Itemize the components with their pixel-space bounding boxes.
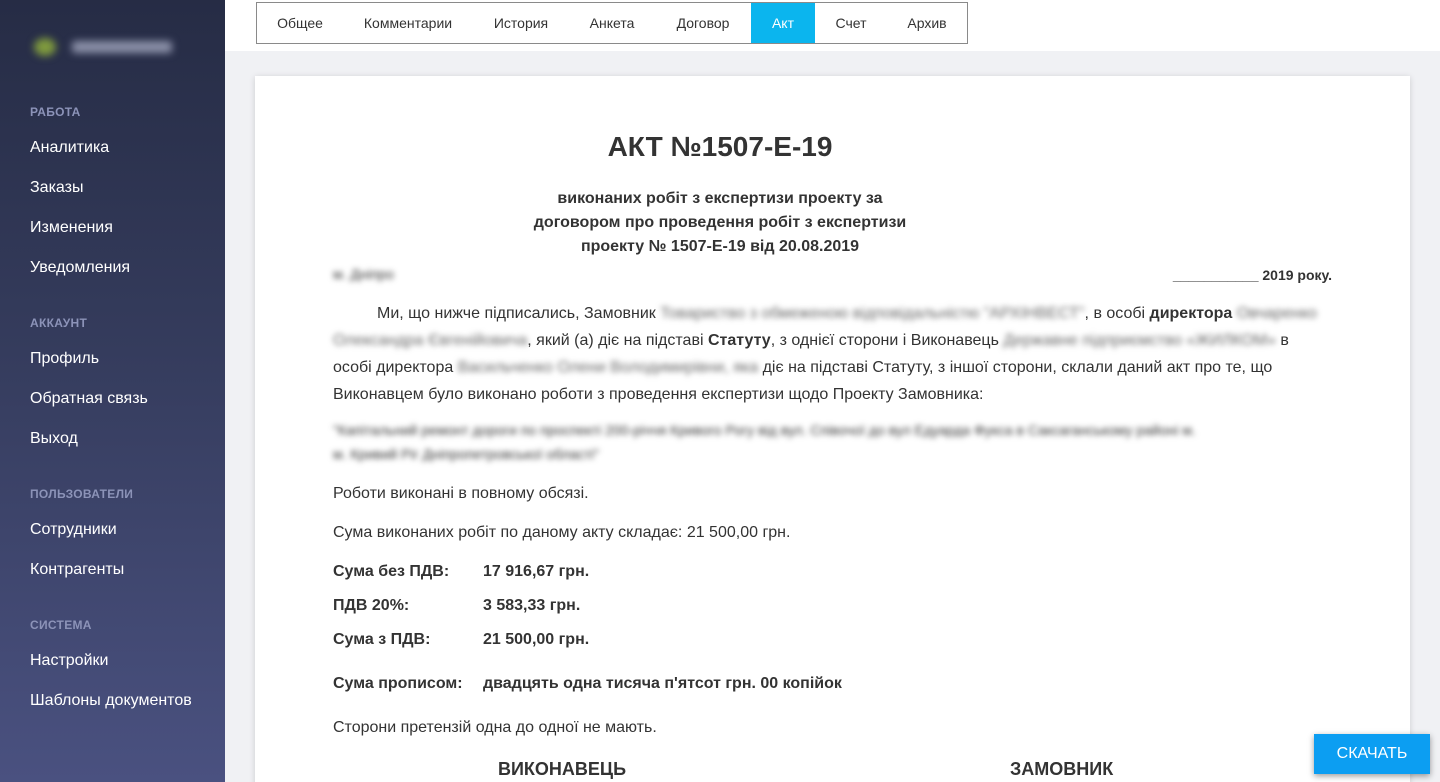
document-date: ___________ 2019 року.	[1172, 267, 1332, 283]
tab-general[interactable]: Общее	[257, 3, 343, 43]
project-name: "Капітальний ремонт дороги по проспекті …	[333, 422, 1196, 462]
no-claims: Сторони претензій одна до одної не мають…	[333, 719, 657, 736]
amount-value-with-vat: 21 500,00 грн.	[483, 631, 590, 648]
nav-item-document-templates[interactable]: Шаблоны документов	[30, 692, 192, 710]
nav-item-employees[interactable]: Сотрудники	[30, 521, 117, 539]
section-title-work: РАБОТА	[30, 105, 81, 119]
amount-label-with-vat: Сума з ПДВ:	[333, 631, 431, 648]
contractor-name: Державне підприємство «ЖИЛКОМ»	[1003, 332, 1276, 349]
customer-name: Товариство з обмеженою відповідальністю …	[660, 305, 1085, 322]
tab-act[interactable]: Акт	[751, 3, 815, 43]
document-title: АКТ №1507-Е-19	[607, 131, 833, 162]
tab-comments[interactable]: Комментарии	[343, 3, 473, 43]
document-city: м. Дніпро	[333, 266, 394, 282]
works-completed: Роботи виконані в повному обсязі.	[333, 485, 589, 502]
amount-label-without-vat: Сума без ПДВ:	[333, 563, 450, 580]
amount-in-words-value: двадцять одна тисяча п'ятсот грн. 00 коп…	[483, 675, 842, 692]
nav-item-notifications[interactable]: Уведомления	[30, 259, 130, 277]
amount-in-words-label: Сума прописом:	[333, 675, 463, 692]
intro-text-5: Статуту	[707, 332, 771, 349]
section-title-account: АККАУНТ	[30, 316, 88, 330]
tab-bar: Общее Комментарии История Анкета Договор…	[256, 2, 968, 44]
section-title-system: СИСТЕМА	[30, 618, 92, 632]
section-title-users: ПОЛЬЗОВАТЕЛИ	[30, 487, 134, 501]
tab-history[interactable]: История	[473, 3, 569, 43]
document-subtitle-line-3: проекту № 1507-Е-19 від 20.08.2019	[580, 238, 860, 255]
sidebar: РАБОТА Аналитика Заказы Изменения Уведом…	[0, 0, 225, 782]
sum-line: Сума виконаних робіт по даному акту скла…	[333, 524, 791, 541]
nav-item-counterparties[interactable]: Контрагенты	[30, 561, 124, 579]
amount-value-without-vat: 17 916,67 грн.	[483, 563, 590, 580]
intro-text-3: директора	[1149, 305, 1233, 322]
tab-invoice[interactable]: Счет	[815, 3, 887, 43]
download-button[interactable]: СКАЧАТЬ	[1314, 734, 1430, 774]
nav-item-settings[interactable]: Настройки	[30, 652, 108, 670]
tab-questionnaire[interactable]: Анкета	[569, 3, 655, 43]
nav-item-logout[interactable]: Выход	[30, 430, 78, 448]
tab-archive[interactable]: Архив	[887, 3, 967, 43]
contractor-representative: Васильченко Олени Володимирівни, яка	[457, 359, 759, 376]
document-intro-paragraph: Ми, що нижче підписались, Замовник Товар…	[333, 300, 1323, 408]
contractor-heading: ВИКОНАВЕЦЬ	[498, 759, 627, 779]
amount-value-vat: 3 583,33 грн.	[483, 597, 581, 614]
amount-label-vat: ПДВ 20%:	[333, 597, 410, 614]
intro-text-6: , з однієї сторони і Виконавець	[770, 332, 999, 349]
logo[interactable]	[30, 32, 180, 62]
logo-text	[72, 41, 172, 53]
customer-heading: ЗАМОВНИК	[1010, 759, 1114, 779]
document-subtitle-line-2: договором про проведення робіт з експерт…	[533, 214, 907, 231]
intro-text-2: , в особі	[1084, 305, 1146, 322]
nav-item-profile[interactable]: Профиль	[30, 350, 99, 368]
intro-text-1: Ми, що нижче підписались, Замовник	[377, 305, 656, 322]
document-subtitle-line-1: виконаних робіт з експертизи проекту за	[557, 190, 883, 207]
logo-mark-icon	[34, 38, 56, 56]
nav-item-feedback[interactable]: Обратная связь	[30, 390, 148, 408]
tab-contract[interactable]: Договор	[655, 3, 751, 43]
intro-text-4: , який (а) діє на підставі	[527, 332, 704, 349]
